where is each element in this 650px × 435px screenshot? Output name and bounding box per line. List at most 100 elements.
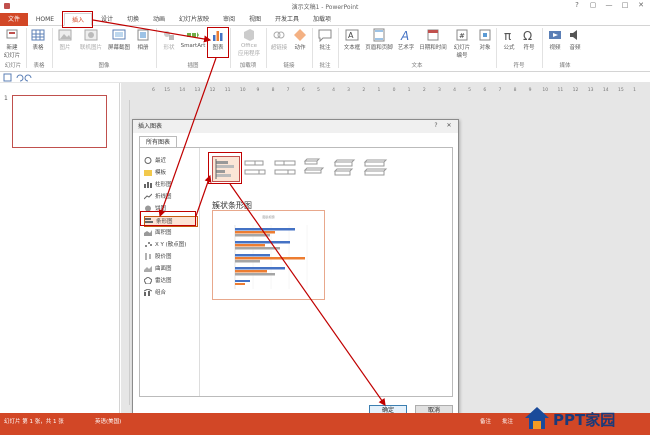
area-chart-icon bbox=[144, 230, 152, 236]
shapes-button[interactable]: 形状 bbox=[160, 28, 178, 51]
group-label-symbols: 符号 bbox=[513, 63, 525, 69]
help-button[interactable]: ? bbox=[570, 1, 584, 12]
date-time-button[interactable]: 日期和时间 bbox=[418, 28, 448, 51]
textbox-button[interactable]: A 文本框 bbox=[342, 28, 362, 51]
minimize-button[interactable]: — bbox=[602, 1, 616, 12]
action-button[interactable]: 动作 bbox=[292, 28, 308, 51]
office-apps-label: Office 应用程序 bbox=[237, 43, 260, 57]
category-radar[interactable]: 雷达图 bbox=[144, 276, 198, 287]
house-logo-icon bbox=[525, 407, 549, 429]
wordart-button[interactable]: A 艺术字 bbox=[396, 28, 416, 51]
svg-text:A: A bbox=[400, 29, 409, 42]
album-button[interactable]: 相册 bbox=[134, 28, 152, 51]
object-button[interactable]: 对象 bbox=[476, 28, 494, 51]
category-combo[interactable]: 组合 bbox=[144, 288, 198, 299]
stock-chart-icon bbox=[145, 253, 151, 260]
wordart-icon: A bbox=[400, 29, 409, 42]
ruler-tick-label: 16 bbox=[152, 87, 155, 93]
video-button[interactable]: 视频 bbox=[546, 28, 564, 51]
calendar-icon bbox=[427, 29, 439, 41]
svg-text:A: A bbox=[348, 31, 354, 40]
ruler-tick-label: 4 bbox=[332, 87, 335, 93]
group-label-illustrations: 插图 bbox=[187, 63, 199, 69]
tab-slideshow[interactable]: 幻灯片放映 bbox=[174, 13, 214, 26]
category-area[interactable]: 面积图 bbox=[144, 228, 198, 239]
hyperlink-button[interactable]: 超链接 bbox=[270, 28, 288, 51]
tab-design[interactable]: 设计 bbox=[96, 13, 118, 26]
online-picture-label: 联机图片 bbox=[79, 45, 102, 51]
recent-icon bbox=[144, 157, 152, 164]
new-slide-button[interactable]: 新建 幻灯片 bbox=[2, 28, 22, 59]
quick-access-toolbar bbox=[0, 72, 650, 83]
tab-addins[interactable]: 加载项 bbox=[308, 13, 336, 26]
dialog-help-button[interactable]: ? bbox=[431, 122, 441, 131]
maximize-button[interactable]: □ bbox=[618, 1, 632, 12]
group-label-images: 图像 bbox=[98, 63, 110, 69]
subtype-100-stacked-bar[interactable] bbox=[272, 156, 300, 182]
picture-button[interactable]: 图片 bbox=[56, 28, 74, 51]
chart-category-list: 最近 模板 柱形图 折线图 饼图 条形图 面积图 X Y (散点图) 股价图 曲… bbox=[140, 148, 200, 396]
tab-animations[interactable]: 动画 bbox=[148, 13, 170, 26]
ribbon-tabs: 文件 HOME 插入 设计 切换 动画 幻灯片放映 审阅 视图 开发工具 加载项 bbox=[0, 13, 650, 26]
ruler-tick-label: 5 bbox=[317, 87, 320, 93]
comment-icon bbox=[318, 29, 332, 42]
tab-all-charts[interactable]: 所有图表 bbox=[139, 136, 177, 147]
new-slide-icon bbox=[6, 29, 18, 39]
subtype-3d-stacked-bar[interactable] bbox=[332, 156, 360, 182]
album-icon bbox=[137, 29, 149, 41]
category-stock[interactable]: 股价图 bbox=[144, 252, 198, 263]
highlight-chart-button bbox=[207, 27, 229, 58]
close-button[interactable]: ✕ bbox=[634, 1, 648, 12]
tab-file[interactable]: 文件 bbox=[0, 13, 28, 26]
smartart-button[interactable]: SmartArt bbox=[180, 28, 206, 49]
audio-button[interactable]: 音频 bbox=[566, 28, 584, 51]
category-surface[interactable]: 曲面图 bbox=[144, 264, 198, 275]
subtype-3d-clustered-bar[interactable] bbox=[302, 156, 330, 182]
equation-button[interactable]: π 公式 bbox=[500, 28, 518, 51]
screenshot-button[interactable]: 屏幕截图 bbox=[106, 28, 132, 51]
tab-review[interactable]: 审阅 bbox=[218, 13, 240, 26]
category-recent[interactable]: 最近 bbox=[144, 156, 198, 167]
subtype-stacked-bar[interactable] bbox=[242, 156, 270, 182]
category-line[interactable]: 折线图 bbox=[144, 192, 198, 203]
dialog-close-button[interactable]: ✕ bbox=[444, 122, 454, 131]
textbox-label: 文本框 bbox=[343, 45, 361, 51]
action-label: 动作 bbox=[294, 45, 306, 51]
ribbon-display-button[interactable]: ▢ bbox=[586, 1, 600, 12]
ruler-tick-label: 6 bbox=[302, 87, 305, 93]
group-label-text: 文本 bbox=[411, 63, 423, 69]
screenshot-icon bbox=[112, 29, 126, 40]
slide-number-button[interactable]: # 幻灯片 编号 bbox=[450, 28, 474, 59]
symbol-button[interactable]: Ω 符号 bbox=[520, 28, 538, 51]
tab-developer[interactable]: 开发工具 bbox=[270, 13, 304, 26]
ruler-tick-label: 6 bbox=[483, 87, 486, 93]
category-scatter[interactable]: X Y (散点图) bbox=[144, 240, 198, 251]
percent-stacked-bar-icon bbox=[274, 160, 296, 175]
ruler-tick-label: 11 bbox=[558, 87, 564, 93]
tab-home[interactable]: HOME bbox=[32, 13, 58, 26]
comments-button[interactable]: 批注 bbox=[502, 417, 513, 425]
group-label-addins: 加载项 bbox=[239, 63, 257, 69]
notes-button[interactable]: 备注 bbox=[480, 417, 491, 425]
textbox-icon: A bbox=[345, 29, 359, 41]
ruler-tick-label: 4 bbox=[453, 87, 456, 93]
slide-thumbnail[interactable] bbox=[12, 95, 107, 148]
chart-preview[interactable]: 图表标题 bbox=[212, 210, 325, 300]
table-button[interactable]: 表格 bbox=[28, 28, 48, 51]
header-footer-label: 页眉和页脚 bbox=[365, 45, 393, 51]
redo-icon bbox=[24, 74, 32, 82]
undo-icon bbox=[16, 74, 24, 82]
tab-view[interactable]: 视图 bbox=[244, 13, 266, 26]
ruler-tick-label: 1 bbox=[377, 87, 380, 93]
online-picture-button[interactable]: 联机图片 bbox=[78, 28, 104, 51]
tab-transitions[interactable]: 切换 bbox=[122, 13, 144, 26]
category-column[interactable]: 柱形图 bbox=[144, 180, 198, 191]
group-label-media: 媒体 bbox=[559, 63, 571, 69]
language-indicator[interactable]: 英语(美国) bbox=[95, 417, 121, 425]
comment-button[interactable]: 批注 bbox=[316, 28, 334, 51]
office-apps-button[interactable]: Office 应用程序 bbox=[234, 28, 264, 57]
header-footer-button[interactable]: 页眉和页脚 bbox=[364, 28, 394, 51]
ribbon: 新建 幻灯片 表格 图片 联机图片 屏幕截图 相册 形状 SmartArt 图表… bbox=[0, 26, 650, 72]
subtype-3d-100-stacked-bar[interactable] bbox=[362, 156, 390, 182]
category-templates[interactable]: 模板 bbox=[144, 168, 198, 179]
